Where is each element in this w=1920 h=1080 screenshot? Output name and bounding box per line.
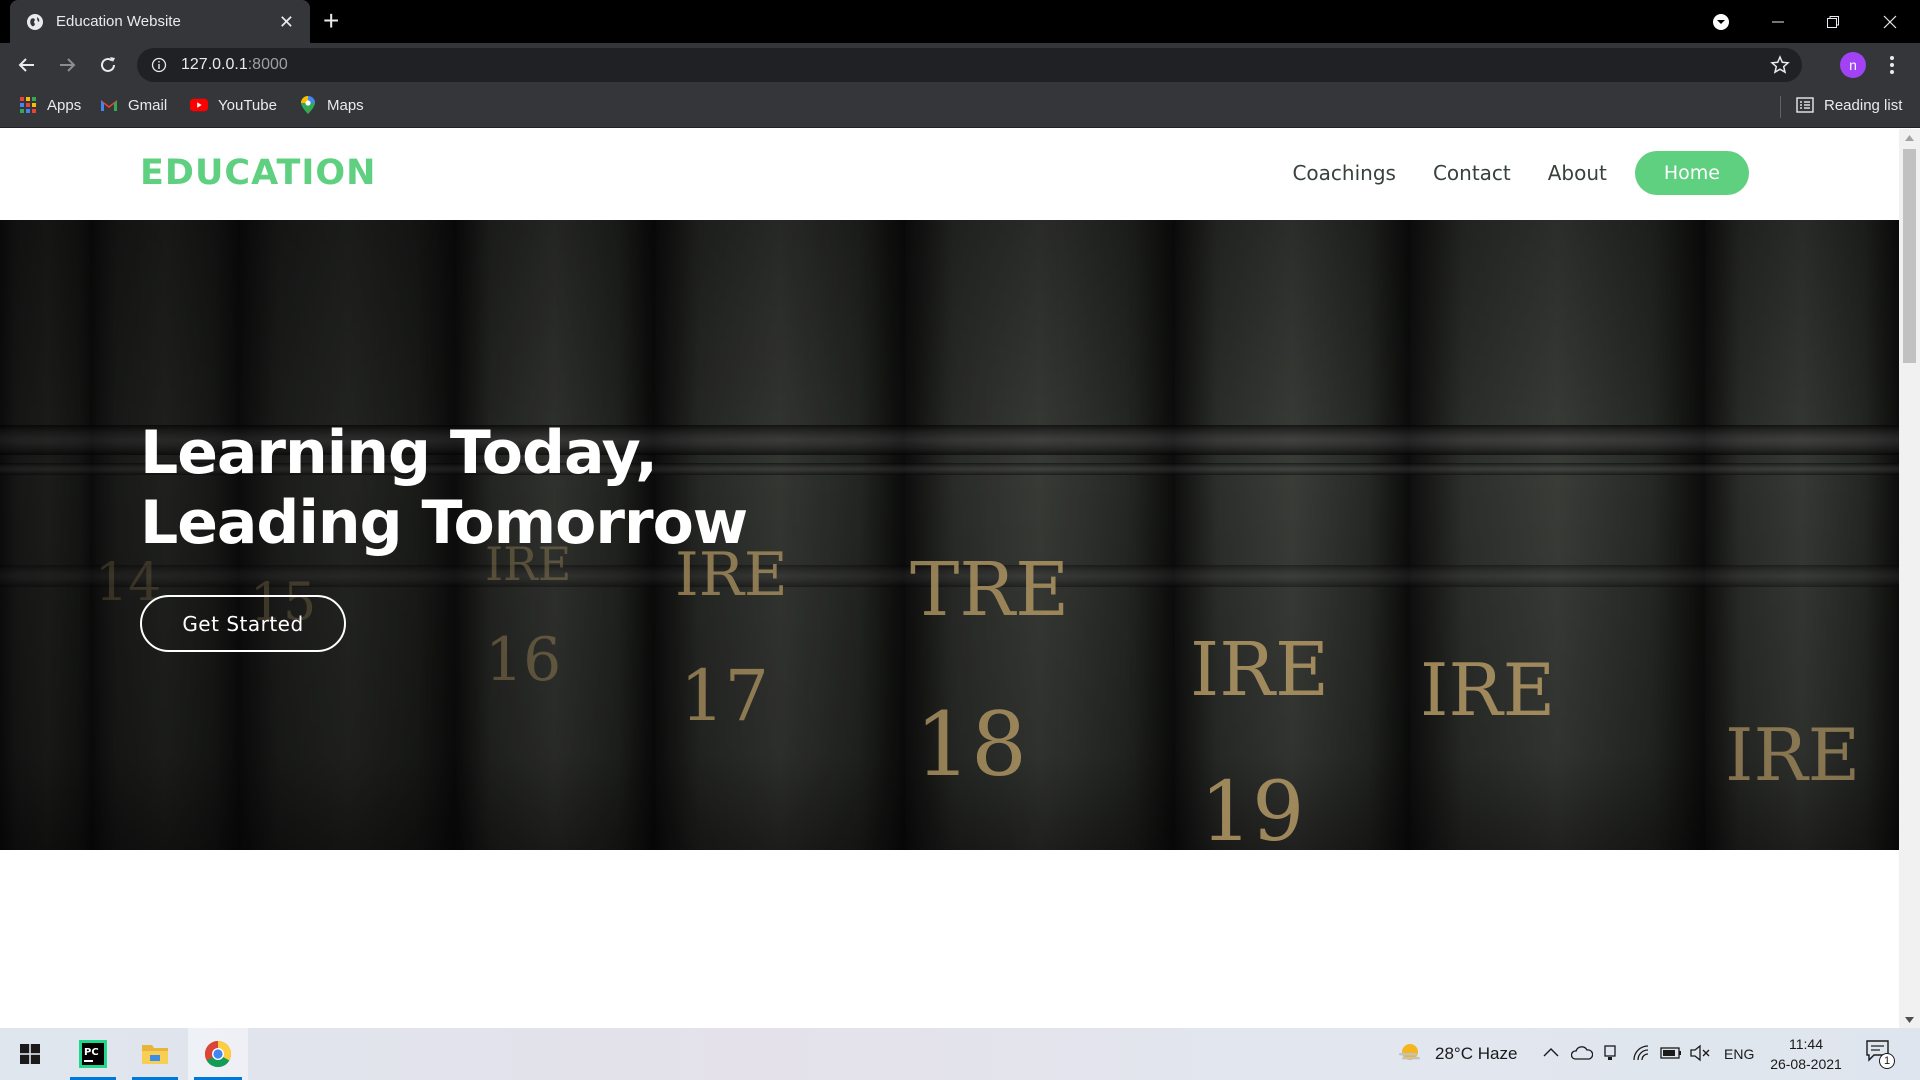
bookmark-label: Gmail [128, 96, 168, 114]
action-center-button[interactable]: 1 [1866, 1040, 1896, 1070]
reading-list-label: Reading list [1824, 96, 1903, 114]
bookmark-label: Maps [327, 96, 364, 114]
new-tab-plus-icon[interactable]: + [323, 7, 339, 35]
bookmark-star-icon[interactable] [1770, 55, 1790, 75]
file-explorer-icon[interactable] [126, 1028, 184, 1080]
site-info-icon[interactable] [151, 57, 167, 73]
bookmark-maps[interactable]: Maps [299, 96, 364, 114]
browser-tab[interactable]: Education Website ✕ [10, 0, 310, 43]
hero-heading-line-2: Leading Tomorrow [140, 488, 748, 558]
reload-icon[interactable] [94, 51, 122, 79]
nav-home[interactable]: Home [1634, 151, 1749, 195]
maps-pin-icon [299, 96, 317, 114]
windows-taskbar: PC 28°C Haze ENG 11:44 26-08-2021 1 [0, 1028, 1920, 1080]
chevron-up-icon[interactable] [1543, 1047, 1559, 1057]
scroll-down-arrow-icon[interactable] [1899, 1011, 1920, 1028]
gmail-icon [100, 96, 118, 114]
browser-menu-icon[interactable] [1884, 54, 1900, 76]
wifi-icon[interactable] [1632, 1044, 1652, 1062]
page-scrollbar[interactable] [1899, 129, 1920, 1028]
onedrive-icon[interactable] [1571, 1044, 1593, 1062]
browser-toolbar: 127.0.0.1:8000 n [0, 43, 1920, 86]
profile-avatar[interactable]: n [1840, 52, 1866, 78]
battery-icon[interactable] [1660, 1047, 1682, 1059]
minimize-icon[interactable] [1760, 0, 1796, 43]
page-viewport: EDUCATION Coachings Contact About Home L… [0, 129, 1920, 1028]
bookmark-gmail[interactable]: Gmail [100, 96, 167, 114]
site-header: EDUCATION Coachings Contact About Home [0, 129, 1899, 220]
url-host: 127.0.0.1 [181, 56, 248, 73]
tab-title: Education Website [56, 13, 181, 30]
youtube-icon [190, 96, 208, 114]
bookmarks-divider [1780, 96, 1781, 118]
reading-list-button[interactable]: Reading list [1796, 96, 1902, 114]
weather-haze-icon[interactable] [1397, 1041, 1423, 1065]
notification-badge: 1 [1879, 1053, 1895, 1069]
nav-about[interactable]: About [1548, 161, 1607, 185]
address-bar[interactable]: 127.0.0.1:8000 [137, 48, 1802, 82]
window-close-icon[interactable] [1870, 0, 1910, 43]
globe-icon [27, 13, 43, 30]
restore-icon[interactable] [1815, 0, 1851, 43]
main-nav: Coachings Contact About Home [1255, 151, 1899, 195]
weather-text[interactable]: 28°C Haze [1435, 1044, 1517, 1064]
volume-muted-icon[interactable] [1689, 1044, 1711, 1062]
meet-now-icon[interactable] [1603, 1044, 1619, 1062]
tab-close-icon[interactable]: ✕ [279, 13, 294, 31]
back-arrow-icon[interactable] [13, 51, 41, 79]
tab-search-icon[interactable] [1706, 0, 1736, 43]
apps-grid-icon [19, 96, 37, 114]
clock-time: 11:44 [1789, 1036, 1823, 1052]
hero-heading-line-1: Learning Today, [140, 418, 658, 488]
clock-date: 26-08-2021 [1770, 1056, 1842, 1072]
url-port: :8000 [247, 56, 288, 73]
browser-tab-strip: Education Website ✕ + [0, 0, 1920, 43]
scroll-up-arrow-icon[interactable] [1899, 129, 1920, 146]
windows-start-icon[interactable] [0, 1028, 60, 1080]
nav-coachings[interactable]: Coachings [1292, 161, 1395, 185]
reading-list-icon [1796, 96, 1814, 114]
pycharm-icon[interactable]: PC [64, 1028, 122, 1080]
get-started-button[interactable]: Get Started [140, 595, 346, 652]
bookmark-youtube[interactable]: YouTube [190, 96, 277, 114]
bookmark-label: YouTube [218, 96, 277, 114]
input-language[interactable]: ENG [1724, 1046, 1754, 1062]
bookmark-apps[interactable]: Apps [19, 96, 81, 114]
forward-arrow-icon[interactable] [53, 51, 81, 79]
svg-text:PC: PC [84, 1047, 99, 1058]
bookmarks-bar: Apps Gmail YouTube Maps Reading list [0, 86, 1920, 128]
chrome-icon[interactable] [188, 1028, 248, 1080]
scroll-thumb[interactable] [1903, 149, 1916, 363]
nav-contact[interactable]: Contact [1433, 161, 1511, 185]
hero-heading: Learning Today, Leading Tomorrow [140, 418, 748, 558]
hero-section: IRE 16 IRE 17 TRE 18 IRE 19 IRE IRE 14 1… [0, 220, 1899, 850]
bookmark-label: Apps [47, 96, 82, 114]
site-logo[interactable]: EDUCATION [140, 153, 376, 193]
system-clock[interactable]: 11:44 26-08-2021 [1770, 1034, 1842, 1074]
